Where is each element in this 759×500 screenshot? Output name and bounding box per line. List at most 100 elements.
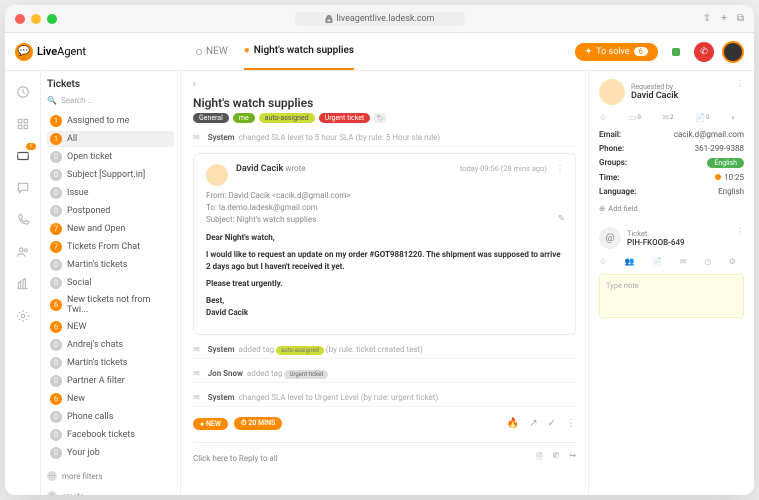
tab-ticket[interactable]: ●Night's watch supplies [244, 33, 354, 70]
nav-mail[interactable]: 1 [14, 147, 32, 165]
window-titlebar: liveagentlive.ladesk.com ⇪ + ⧉ [5, 5, 754, 33]
filter-item[interactable]: 1All [47, 131, 174, 147]
filter-item[interactable]: 0Subject [Support.in] [47, 167, 174, 183]
sidebar: Tickets 🔍 Search ... 1Assigned to me 1All… [41, 71, 181, 495]
tag-urgent[interactable]: Urgent ticket [319, 113, 371, 123]
nav-call[interactable] [14, 211, 32, 229]
p-note-icon[interactable]: 📄 [652, 257, 662, 266]
panel-more-icon[interactable]: ⋮ [736, 79, 744, 88]
system-row: ✉ System changed SLA level to Urgent Lev… [193, 389, 576, 407]
system-row: ✉ System added tagauto-assigned(by rule:… [193, 341, 576, 359]
share-icon[interactable]: ⇪ [703, 13, 711, 24]
logo[interactable]: 💬 LiveAgent [15, 43, 86, 61]
tag-me[interactable]: me [233, 113, 255, 123]
filter-item[interactable]: 7New and Open [47, 221, 174, 237]
nav-chat[interactable] [14, 179, 32, 197]
nav-org[interactable] [14, 275, 32, 293]
tag-general[interactable]: General [193, 113, 229, 123]
expand-icon[interactable]: ↗ [529, 418, 537, 429]
nav-iconbar: 1 [5, 71, 41, 495]
system-row: ✉ Jon Snow added tagUrgent ticket [193, 365, 576, 383]
requester-name[interactable]: David Cacik [631, 91, 678, 101]
filter-item[interactable]: 1Assigned to me [47, 113, 174, 129]
ticket-more-icon[interactable]: ⋮ [736, 227, 744, 236]
p-mail-icon[interactable]: ✉ [680, 257, 687, 266]
filter-item[interactable]: 0Martin's tickets [47, 257, 174, 273]
plus-icon[interactable]: + [721, 13, 727, 24]
status-sla: ⏱ 20 MINS [234, 417, 282, 430]
ticket-icon[interactable]: ▭0 [629, 113, 641, 122]
check-icon[interactable]: ✓ [548, 418, 556, 429]
close-dot[interactable] [15, 14, 25, 24]
call-icon[interactable]: ✆ [553, 451, 560, 465]
edit-icon[interactable]: ✎ [558, 214, 565, 224]
p-settings-icon[interactable]: ⚙ [729, 257, 736, 266]
filter-item[interactable]: 6New tickets not from Twi... [47, 293, 174, 317]
msg-more-icon[interactable]: ⋮ [555, 164, 565, 175]
app-header: 💬 LiveAgent NEW ●Night's watch supplies … [5, 33, 754, 71]
fire-icon[interactable]: 🔥 [507, 418, 519, 429]
p-contact-icon[interactable]: ☺ [599, 257, 607, 266]
msg-avatar [206, 164, 228, 186]
p-clock-icon[interactable]: ◷ [704, 257, 711, 266]
add-field[interactable]: ⊕ Add field [599, 204, 744, 213]
tabs-icon[interactable]: ⧉ [737, 13, 744, 24]
contact-icon[interactable]: ☺ [599, 113, 607, 122]
filter-item[interactable]: 0Open ticket [47, 149, 174, 165]
attach-icon[interactable]: 🗎 [536, 451, 542, 465]
user-avatar[interactable] [722, 41, 744, 63]
filter-item[interactable]: 6NEW [47, 319, 174, 335]
p-users-icon[interactable]: 👥 [625, 257, 635, 266]
status-new: ● NEW [193, 418, 228, 430]
add-tag-icon[interactable]: 🏷 [374, 113, 386, 123]
mail-icon[interactable]: ✉2 [662, 113, 673, 122]
nav-settings[interactable] [14, 307, 32, 325]
note-input[interactable]: Type note [599, 274, 744, 318]
details-panel: Requested by David Cacik ⋮ ☺ ▭0 ✉2 📄0 ◐ … [588, 71, 754, 495]
nav-dashboard[interactable] [14, 83, 32, 101]
nav-people[interactable] [14, 243, 32, 261]
msg-time: today 09:56 (28 mins ago) [460, 164, 547, 173]
at-icon: @ [599, 227, 621, 249]
ticket-title: Night's watch supplies [193, 96, 576, 110]
filter-item[interactable]: 0Martin's tickets [47, 355, 174, 371]
message-card: David Cacik wrote today 09:56 (28 mins a… [193, 153, 576, 335]
filter-item[interactable]: 0Your job [47, 445, 174, 461]
create-filter[interactable]: +create [47, 491, 174, 495]
sidebar-title: Tickets [47, 79, 174, 90]
system-row: ✉ System changed SLA level to 5 hour SLA… [193, 129, 576, 147]
envelope-icon: ✉ [193, 133, 200, 142]
min-dot[interactable] [31, 14, 41, 24]
reply-bar[interactable]: Click here to Reply to all 🗎 ✆ ↪ [193, 442, 576, 465]
phone-button[interactable]: ✆ [694, 42, 714, 62]
filter-item[interactable]: 0Partner A filter [47, 373, 174, 389]
to-solve-button[interactable]: ✦To solve6 [575, 43, 658, 61]
more-filters[interactable]: ⋯more filters [47, 471, 174, 481]
filter-item[interactable]: 0Andrej's chats [47, 337, 174, 353]
tab-new[interactable]: NEW [196, 33, 228, 70]
back-button[interactable]: ‹ [193, 79, 576, 90]
url-bar[interactable]: liveagentlive.ladesk.com [294, 12, 464, 26]
forward-icon[interactable]: ↪ [569, 451, 576, 465]
filter-item[interactable]: 0Phone calls [47, 409, 174, 425]
filter-item[interactable]: 0Social [47, 275, 174, 291]
tag-auto[interactable]: auto-assigned [259, 113, 315, 123]
ticket-id[interactable]: PIH-FKOOB-649 [627, 238, 685, 247]
nav-grid[interactable] [14, 115, 32, 133]
filter-item[interactable]: 6New [47, 391, 174, 407]
search-input[interactable]: 🔍 Search ... [47, 96, 174, 105]
requester-avatar[interactable] [599, 79, 625, 105]
filter-item[interactable]: 0Postponed [47, 203, 174, 219]
status-indicator[interactable] [666, 42, 686, 62]
globe-icon[interactable]: ◐ [731, 113, 736, 122]
msg-body: Dear Night's watch, I would like to requ… [206, 232, 563, 319]
lock-icon [324, 15, 332, 23]
more-icon[interactable]: ⋮ [566, 418, 576, 429]
filter-item[interactable]: 0Facebook tickets [47, 427, 174, 443]
max-dot[interactable] [47, 14, 57, 24]
msg-meta: From: David Cacik <cacik.d@gmail.com> To… [206, 190, 563, 226]
ticket-main: ‹ Night's watch supplies General me auto… [181, 71, 588, 495]
note-icon[interactable]: 📄0 [695, 113, 709, 122]
filter-item[interactable]: 0Issue [47, 185, 174, 201]
filter-item[interactable]: 7Tickets From Chat [47, 239, 174, 255]
